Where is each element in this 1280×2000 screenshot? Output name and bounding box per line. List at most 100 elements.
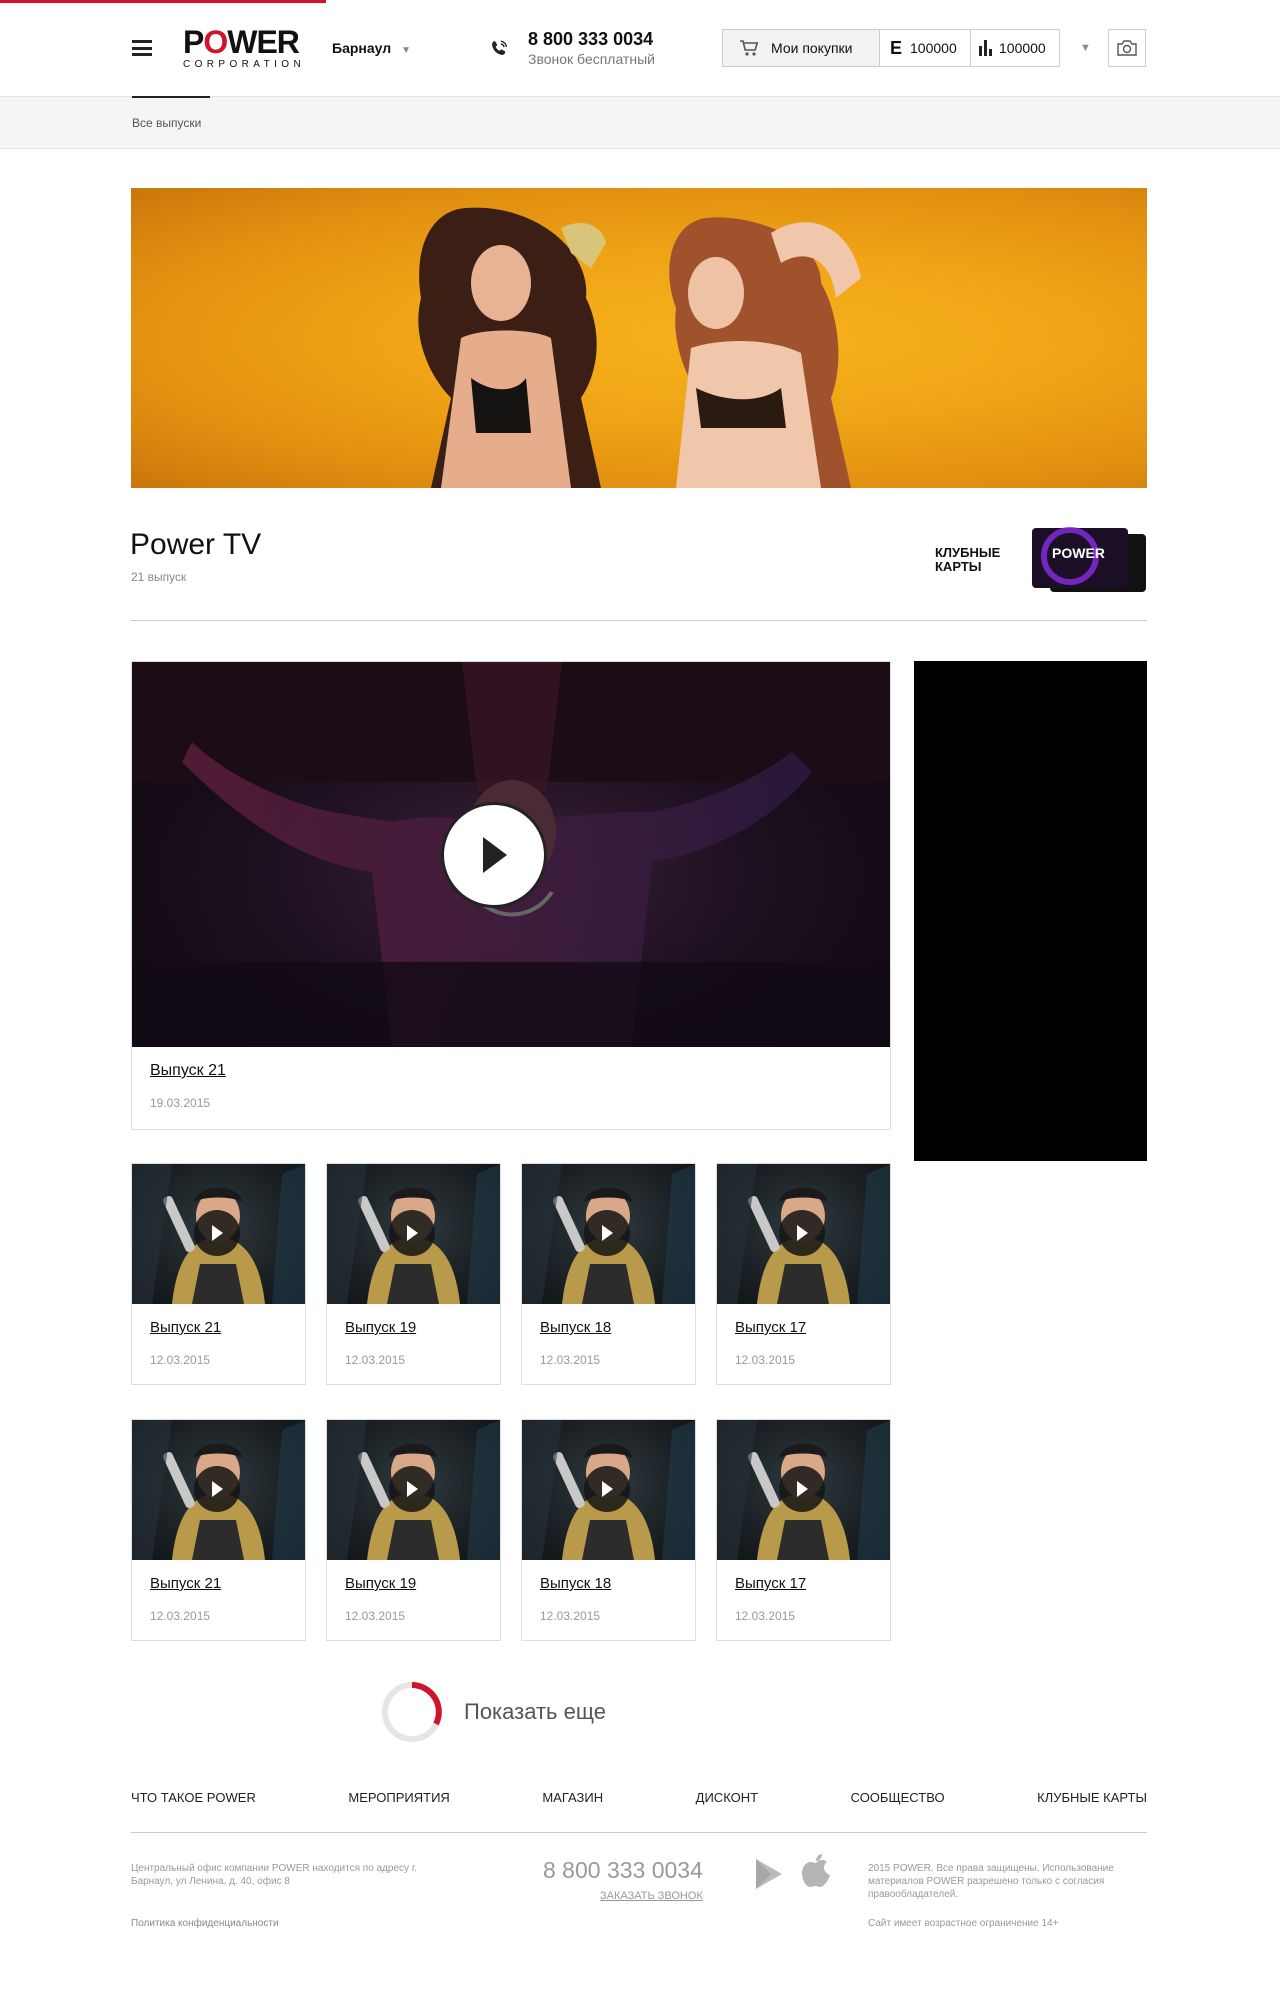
episode-title[interactable]: Выпуск 18 (540, 1575, 611, 1592)
episode-thumbnail[interactable] (717, 1164, 890, 1304)
title-divider (131, 620, 1147, 621)
e-icon: E (890, 37, 903, 58)
hero-banner (131, 188, 1147, 488)
episode-title[interactable]: Выпуск 21 (150, 1575, 221, 1592)
logo-subtitle: CORPORATION (183, 59, 306, 70)
cart-label: Мои покупки (771, 40, 853, 56)
episode-date: 12.03.2015 (345, 1609, 406, 1623)
featured-video-title[interactable]: Выпуск 21 (150, 1062, 226, 1080)
age-restriction: Сайт имеет возрастное ограничение 14+ (868, 1918, 1059, 1929)
svg-text:POWER: POWER (1052, 545, 1105, 561)
play-icon (212, 1225, 223, 1241)
e-balance[interactable]: E 100000 (880, 30, 971, 66)
footer-nav-events[interactable]: Мероприятия (348, 1790, 449, 1805)
bars-icon (979, 40, 992, 56)
play-button[interactable] (441, 802, 547, 908)
episode-title[interactable]: Выпуск 17 (735, 1575, 806, 1592)
episode-card[interactable]: Выпуск 21 12.03.2015 (131, 1163, 306, 1385)
play-icon (797, 1481, 808, 1497)
points-balance-value: 100000 (999, 40, 1046, 56)
episode-card[interactable]: Выпуск 18 12.03.2015 (521, 1163, 696, 1385)
city-label: Барнаул (332, 40, 392, 56)
episode-card[interactable]: Выпуск 19 12.03.2015 (326, 1419, 501, 1641)
play-button[interactable] (584, 1466, 630, 1512)
episode-date: 12.03.2015 (150, 1609, 211, 1623)
footer-nav-what-is-power[interactable]: Что такое POWER (131, 1790, 256, 1805)
episode-title[interactable]: Выпуск 21 (150, 1319, 221, 1336)
episode-card[interactable]: Выпуск 17 12.03.2015 (716, 1163, 891, 1385)
user-bar: Мои покупки E 100000 100000 (722, 29, 1060, 67)
footer-phone[interactable]: 8 800 333 0034 (543, 1857, 703, 1884)
page-title: Power TV (130, 528, 262, 561)
episode-date: 12.03.2015 (735, 1609, 796, 1623)
play-icon (797, 1225, 808, 1241)
footer-nav-shop[interactable]: Магазин (542, 1790, 603, 1805)
play-icon (602, 1481, 613, 1497)
episode-date: 12.03.2015 (150, 1353, 211, 1367)
club-cards-image[interactable]: POWER (1030, 526, 1148, 596)
footer-copyright: 2015 POWER. Все права защищены. Использо… (868, 1863, 1114, 1900)
chevron-down-icon: ▼ (401, 45, 412, 56)
play-button[interactable] (779, 1466, 825, 1512)
featured-video-date: 19.03.2015 (150, 1096, 211, 1110)
header-phone-note: Звонок бесплатный (528, 51, 655, 67)
hero-illustration (418, 207, 861, 488)
ad-banner[interactable] (914, 661, 1147, 1161)
play-icon (483, 837, 507, 873)
show-more-label: Показать еще (464, 1699, 606, 1724)
breadcrumb-all-episodes[interactable]: Все выпуски (132, 116, 201, 130)
club-cards-link[interactable]: Клубные карты (935, 546, 1015, 574)
episode-date: 12.03.2015 (540, 1609, 601, 1623)
phone-icon (492, 40, 508, 55)
play-button[interactable] (389, 1210, 435, 1256)
site-header: POWER CORPORATION Барнаул ▼ 8 800 333 003… (0, 0, 1280, 97)
episode-thumbnail[interactable] (522, 1164, 695, 1304)
play-button[interactable] (389, 1466, 435, 1512)
episode-thumbnail[interactable] (717, 1420, 890, 1560)
logo[interactable]: POWER CORPORATION (183, 26, 305, 70)
footer-nav-club-cards[interactable]: Клубные карты (1037, 1790, 1147, 1805)
episode-thumbnail[interactable] (327, 1164, 500, 1304)
loading-bar (0, 0, 326, 3)
episode-thumbnail[interactable] (327, 1420, 500, 1560)
show-more-button[interactable]: Показать еще (380, 1680, 606, 1744)
google-play-icon[interactable] (753, 1857, 785, 1891)
episode-card[interactable]: Выпуск 17 12.03.2015 (716, 1419, 891, 1641)
my-purchases-button[interactable]: Мои покупки (723, 30, 880, 66)
privacy-policy-link[interactable]: Политика конфиденциальности (131, 1918, 279, 1929)
footer-divider (131, 1832, 1147, 1833)
spinner-icon (382, 1682, 442, 1742)
play-icon (407, 1225, 418, 1241)
header-phone[interactable]: 8 800 333 0034 (528, 29, 653, 50)
episode-date: 12.03.2015 (540, 1353, 601, 1367)
play-button[interactable] (194, 1210, 240, 1256)
city-selector[interactable]: Барнаул ▼ (332, 40, 411, 56)
chevron-down-icon[interactable]: ▼ (1080, 42, 1091, 54)
episode-title[interactable]: Выпуск 17 (735, 1319, 806, 1336)
footer-nav-discount[interactable]: Дисконт (696, 1790, 758, 1805)
play-button[interactable] (779, 1210, 825, 1256)
episode-card[interactable]: Выпуск 18 12.03.2015 (521, 1419, 696, 1641)
episode-card[interactable]: Выпуск 21 12.03.2015 (131, 1419, 306, 1641)
featured-video-card[interactable]: Выпуск 21 19.03.2015 (131, 661, 891, 1130)
episode-title[interactable]: Выпуск 18 (540, 1319, 611, 1336)
cart-icon (740, 40, 759, 56)
footer-nav-community[interactable]: Сообщество (851, 1790, 945, 1805)
episode-title[interactable]: Выпуск 19 (345, 1319, 416, 1336)
camera-icon (1117, 40, 1137, 56)
episode-card[interactable]: Выпуск 19 12.03.2015 (326, 1163, 501, 1385)
play-button[interactable] (584, 1210, 630, 1256)
episode-thumbnail[interactable] (522, 1420, 695, 1560)
request-callback-link[interactable]: ЗАКАЗАТЬ ЗВОНОК (600, 1890, 703, 1902)
episode-title[interactable]: Выпуск 19 (345, 1575, 416, 1592)
active-tab-indicator (132, 96, 210, 98)
apple-icon[interactable] (800, 1853, 832, 1891)
episode-thumbnail[interactable] (132, 1420, 305, 1560)
camera-button[interactable] (1108, 29, 1146, 67)
play-button[interactable] (194, 1466, 240, 1512)
breadcrumb: Все выпуски (0, 96, 1280, 149)
episode-thumbnail[interactable] (132, 1164, 305, 1304)
points-balance[interactable]: 100000 (971, 30, 1059, 66)
featured-video-thumbnail[interactable] (132, 662, 890, 1047)
menu-icon[interactable] (132, 40, 152, 56)
